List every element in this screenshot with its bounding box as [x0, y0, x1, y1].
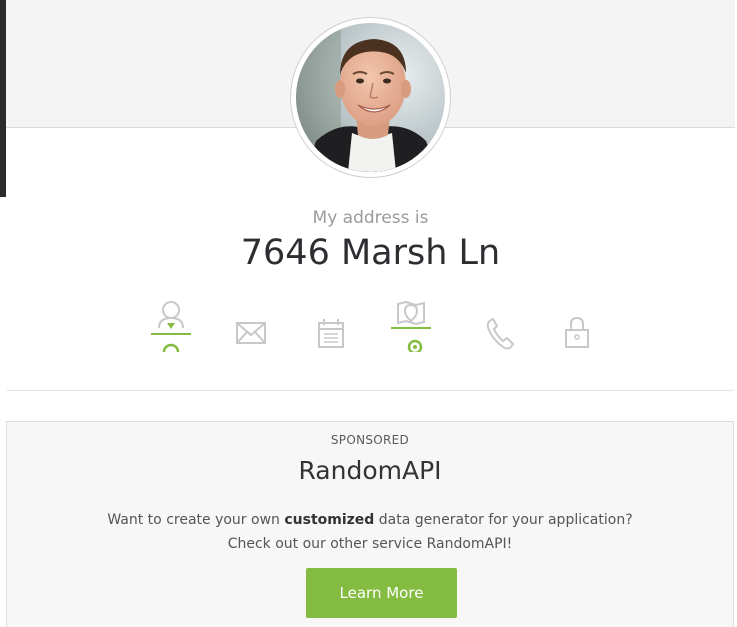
mail-icon[interactable]: [229, 300, 273, 352]
sponsored-label: SPONSORED: [330, 433, 410, 447]
calendar-icon[interactable]: [309, 300, 353, 352]
page: My address is 7646 Marsh Ln SPONSORED Ra…: [0, 0, 737, 627]
detail-value: 7646 Marsh Ln: [240, 233, 501, 273]
sponsored-line2: Check out our other service RandomAPI!: [227, 536, 513, 552]
detail-icon-row: [6, 300, 735, 352]
learn-more-button[interactable]: Learn More: [306, 568, 457, 618]
lock-icon[interactable]: [555, 300, 599, 352]
phone-icon[interactable]: [477, 300, 521, 352]
user-card: My address is 7646 Marsh Ln: [6, 0, 735, 391]
map-icon[interactable]: [389, 300, 433, 352]
sponsored-description: Want to create your own customized data …: [7, 508, 733, 556]
sponsored-line1-end: data generator for your application?: [374, 512, 633, 528]
detail-label: My address is: [312, 208, 429, 228]
user-icon[interactable]: [149, 300, 193, 352]
avatar-photo: [296, 23, 445, 172]
sponsored-panel: SPONSORED RandomAPI Want to create your …: [6, 421, 734, 627]
sponsored-title: RandomAPI: [298, 456, 442, 485]
avatar: [296, 23, 445, 172]
avatar-ring: [290, 17, 451, 178]
sponsored-line1-bold: customized: [284, 512, 375, 528]
sponsored-line1-start: Want to create your own: [107, 512, 285, 528]
